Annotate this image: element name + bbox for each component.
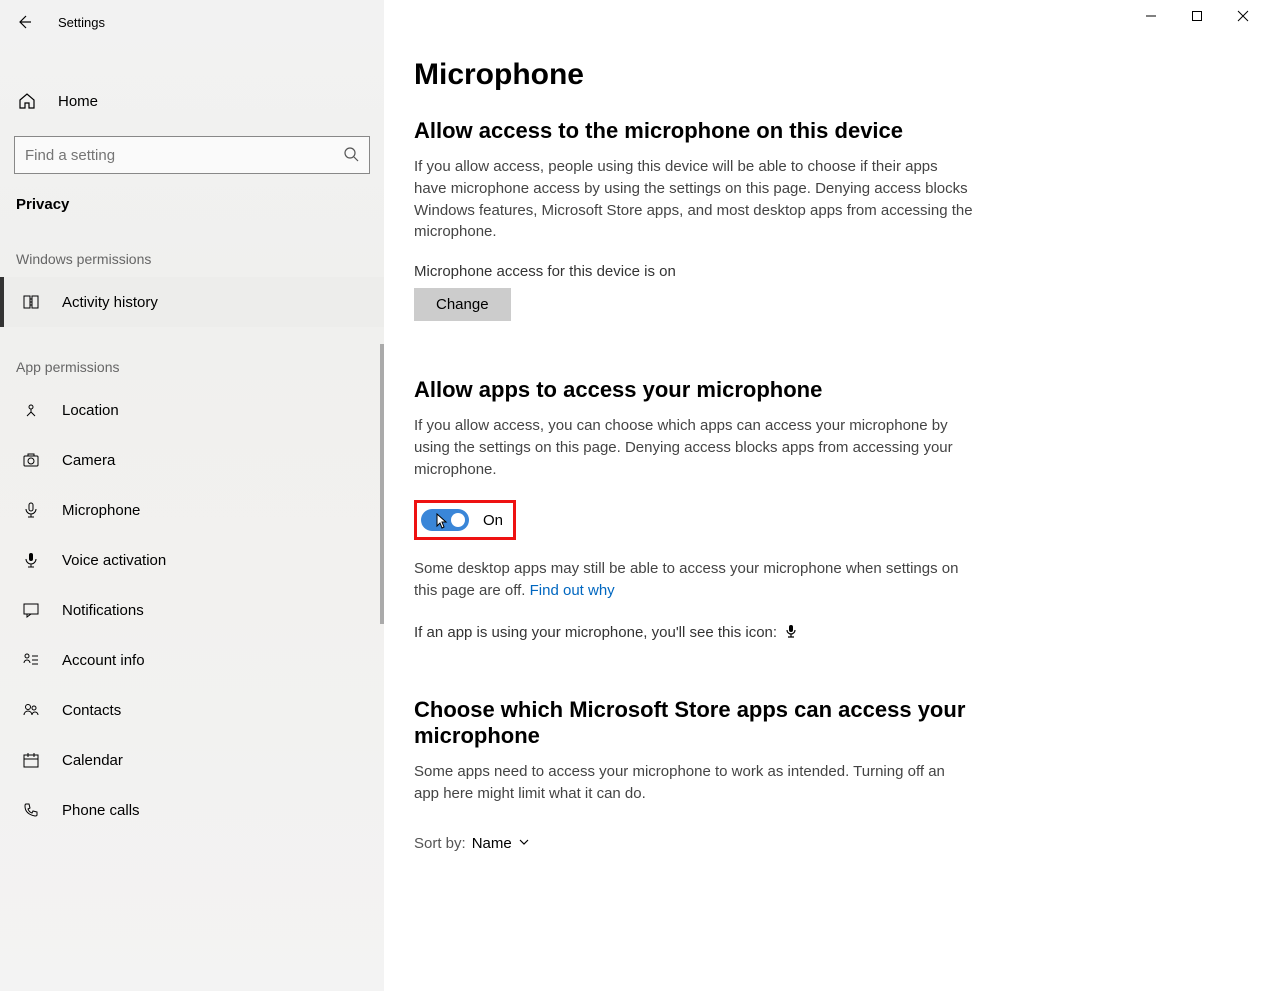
sidebar-item-label: Account info	[62, 652, 145, 669]
sidebar-item-contacts[interactable]: Contacts	[0, 685, 384, 735]
window-controls	[1128, 0, 1266, 32]
home-icon	[16, 90, 38, 112]
sort-row: Sort by: Name	[414, 835, 1236, 852]
close-button[interactable]	[1220, 0, 1266, 32]
search-container	[0, 136, 384, 174]
back-button[interactable]	[14, 12, 34, 32]
device-access-status: Microphone access for this device is on	[414, 263, 1236, 280]
sidebar-item-location[interactable]: Location	[0, 385, 384, 435]
app-access-toggle[interactable]	[421, 509, 469, 531]
cursor-icon	[435, 513, 449, 532]
section-store-apps-desc: Some apps need to access your microphone…	[414, 761, 974, 805]
maximize-button[interactable]	[1174, 0, 1220, 32]
sort-value: Name	[472, 835, 512, 852]
sidebar-item-microphone[interactable]: Microphone	[0, 485, 384, 535]
sidebar-item-label: Contacts	[62, 702, 121, 719]
sidebar-item-camera[interactable]: Camera	[0, 435, 384, 485]
titlebar: Settings	[0, 0, 384, 44]
sidebar-home[interactable]: Home	[0, 76, 384, 126]
section-app-access-desc: If you allow access, you can choose whic…	[414, 415, 974, 480]
sidebar-item-phone-calls[interactable]: Phone calls	[0, 785, 384, 835]
sidebar-item-label: Camera	[62, 452, 115, 469]
home-label: Home	[58, 93, 98, 110]
voice-activation-icon	[20, 551, 42, 569]
sidebar-item-label: Location	[62, 402, 119, 419]
app-title: Settings	[58, 15, 105, 30]
category-heading: Privacy	[0, 174, 384, 219]
page-title: Microphone	[414, 58, 1236, 92]
sidebar-item-activity-history[interactable]: Activity history	[0, 277, 384, 327]
sidebar-item-label: Notifications	[62, 602, 144, 619]
mic-icon-note: If an app is using your microphone, you'…	[414, 624, 1236, 642]
camera-icon	[20, 451, 42, 469]
group-app-permissions: App permissions	[0, 327, 384, 385]
section-device-access-title: Allow access to the microphone on this d…	[414, 118, 1236, 144]
section-app-access-title: Allow apps to access your microphone	[414, 377, 1236, 403]
search-box[interactable]	[14, 136, 370, 174]
sidebar-item-calendar[interactable]: Calendar	[0, 735, 384, 785]
activity-history-icon	[20, 293, 42, 311]
sidebar-item-label: Phone calls	[62, 802, 140, 819]
chevron-down-icon	[518, 835, 530, 852]
highlight-box: On	[414, 500, 516, 540]
sidebar: Settings Home Privacy Windows permission…	[0, 0, 384, 991]
sidebar-item-voice-activation[interactable]: Voice activation	[0, 535, 384, 585]
account-info-icon	[20, 651, 42, 669]
find-out-why-link[interactable]: Find out why	[530, 582, 615, 599]
phone-icon	[20, 801, 42, 819]
main-content: Microphone Allow access to the microphon…	[384, 0, 1266, 991]
location-icon	[20, 401, 42, 419]
sidebar-item-label: Activity history	[62, 294, 158, 311]
sort-dropdown[interactable]: Name	[472, 835, 530, 852]
sidebar-item-label: Calendar	[62, 752, 123, 769]
search-icon	[343, 146, 359, 165]
section-device-access-desc: If you allow access, people using this d…	[414, 156, 974, 243]
group-windows-permissions: Windows permissions	[0, 219, 384, 277]
icon-note-text: If an app is using your microphone, you'…	[414, 624, 777, 641]
calendar-icon	[20, 751, 42, 769]
sidebar-item-account-info[interactable]: Account info	[0, 635, 384, 685]
microphone-indicator-icon	[785, 625, 797, 641]
microphone-icon	[20, 501, 42, 519]
sidebar-item-notifications[interactable]: Notifications	[0, 585, 384, 635]
contacts-icon	[20, 701, 42, 719]
section-store-apps-title: Choose which Microsoft Store apps can ac…	[414, 697, 974, 749]
note-text: Some desktop apps may still be able to a…	[414, 560, 958, 599]
minimize-button[interactable]	[1128, 0, 1174, 32]
sidebar-item-label: Microphone	[62, 502, 140, 519]
toggle-knob	[451, 513, 465, 527]
desktop-apps-note: Some desktop apps may still be able to a…	[414, 558, 974, 602]
sidebar-item-label: Voice activation	[62, 552, 166, 569]
search-input[interactable]	[25, 147, 343, 164]
notifications-icon	[20, 601, 42, 619]
toggle-state-label: On	[483, 512, 503, 529]
sort-label: Sort by:	[414, 835, 466, 852]
change-button[interactable]: Change	[414, 288, 511, 321]
